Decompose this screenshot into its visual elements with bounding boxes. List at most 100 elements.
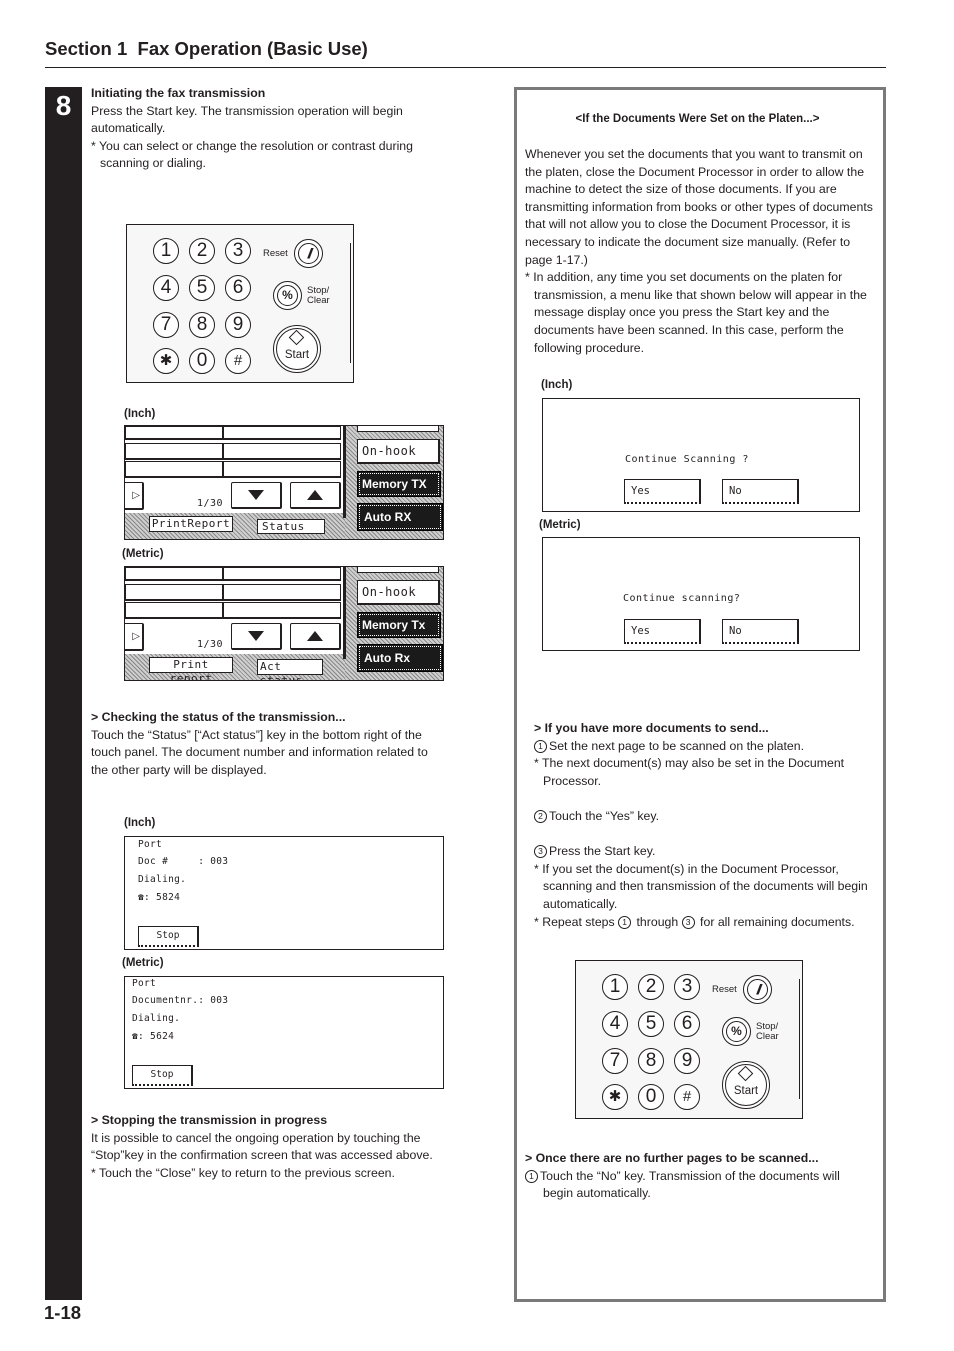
key-3[interactable]: 3 — [674, 974, 700, 1000]
no-more-step1: 1 Touch the “No” key. Transmission of the… — [525, 1168, 870, 1203]
triangle-right-icon: ▷ — [132, 490, 140, 501]
auto-rx-button[interactable]: Auto Rx — [357, 644, 443, 672]
key-0[interactable]: 0 — [189, 348, 215, 374]
key-6[interactable]: 6 — [225, 275, 251, 301]
header-rule — [45, 67, 886, 68]
step-heading: Initiating the fax transmission — [91, 86, 266, 100]
key-7[interactable]: 7 — [602, 1048, 628, 1074]
key-8[interactable]: 8 — [638, 1048, 664, 1074]
reset-key[interactable]: // — [743, 975, 772, 1004]
reset-key[interactable]: // — [294, 239, 323, 268]
scroll-left-button[interactable]: ▷ — [125, 623, 144, 651]
list-cell — [223, 567, 341, 581]
control-keypad: 1 2 3 4 5 6 7 8 9 ✱ 0 # Reset // % Stop/… — [126, 224, 354, 383]
start-key[interactable]: Start — [273, 325, 321, 373]
key-5[interactable]: 5 — [638, 1011, 664, 1037]
key-5[interactable]: 5 — [189, 275, 215, 301]
yes-button[interactable]: Yes — [624, 619, 701, 644]
no-button[interactable]: No — [722, 619, 799, 644]
tab-act-status[interactable]: Act status — [257, 659, 323, 680]
key-6[interactable]: 6 — [674, 1011, 700, 1037]
scroll-up-button[interactable] — [290, 623, 341, 650]
step-3-icon: 3 — [534, 845, 547, 859]
keypad-edge — [799, 979, 800, 1099]
memory-tx-button[interactable]: Memory Tx — [357, 612, 441, 638]
tab-status[interactable]: Status — [257, 519, 325, 534]
on-hook-button[interactable]: On-hook — [357, 439, 440, 464]
on-hook-button[interactable]: On-hook — [357, 580, 440, 605]
stop-clear-key[interactable]: % — [273, 281, 302, 310]
list-cell — [223, 461, 341, 478]
section-title: Section 1 Fax Operation (Basic Use) — [45, 38, 368, 59]
key-1[interactable]: 1 — [153, 238, 179, 264]
arrow-up-icon — [307, 631, 323, 641]
reset-icon: // — [307, 245, 313, 261]
no-button[interactable]: No — [722, 479, 799, 504]
list-cell — [223, 602, 341, 619]
key-asterisk[interactable]: ✱ — [153, 348, 179, 374]
scroll-up-button[interactable] — [290, 482, 341, 509]
key-asterisk[interactable]: ✱ — [602, 1084, 628, 1110]
start-icon — [288, 329, 305, 346]
list-cell — [223, 584, 341, 601]
list-cell — [125, 426, 223, 440]
key-4[interactable]: 4 — [602, 1011, 628, 1037]
stop-button[interactable]: Stop — [132, 1065, 193, 1086]
status-dialing: Dialing. — [138, 874, 187, 885]
checking-body: Touch the “Status” [“Act status”] key in… — [91, 727, 428, 777]
key-hash[interactable]: # — [225, 348, 251, 374]
arrow-up-icon — [307, 490, 323, 500]
stopping-heading: > Stopping the transmission in progress — [91, 1113, 328, 1127]
page-counter: 1/30 — [197, 498, 224, 509]
tab-print-report[interactable]: Print report — [149, 657, 233, 680]
stopping-note: * Touch the “Close” key to return to the… — [91, 1165, 395, 1180]
stop-clear-icon: % — [731, 1024, 742, 1038]
step-1-icon: 1 — [534, 739, 547, 753]
stop-button[interactable]: Stop — [138, 926, 199, 947]
more-docs-step3: 3 Press the Start key. — [534, 843, 874, 861]
step-2-text: Touch the “Yes” key. — [549, 808, 660, 823]
key-0[interactable]: 0 — [638, 1084, 664, 1110]
start-key[interactable]: Start — [722, 1061, 770, 1109]
stop-clear-label: Stop/Clear — [756, 1022, 779, 1042]
yes-button[interactable]: Yes — [624, 479, 701, 504]
more-docs-step2: 2 Touch the “Yes” key. — [534, 808, 874, 826]
reset-icon: // — [756, 981, 762, 997]
key-3[interactable]: 3 — [225, 238, 251, 264]
tab-print-report[interactable]: PrintReport — [149, 516, 233, 532]
key-4[interactable]: 4 — [153, 275, 179, 301]
divider — [343, 567, 346, 659]
scroll-down-button[interactable] — [231, 623, 282, 650]
note3-part-c: for all remaining documents. — [696, 914, 855, 929]
dialog-inch-label: (Inch) — [541, 379, 573, 391]
stop-label-line2: Clear — [307, 295, 330, 306]
scroll-left-button[interactable]: ▷ — [125, 482, 144, 510]
key-9[interactable]: 9 — [674, 1048, 700, 1074]
key-2[interactable]: 2 — [638, 974, 664, 1000]
scroll-down-button[interactable] — [231, 482, 282, 509]
stop-clear-key[interactable]: % — [722, 1017, 751, 1046]
platen-note: * In addition, any time you set document… — [525, 270, 867, 355]
key-hash[interactable]: # — [674, 1084, 700, 1110]
stopping-body: It is possible to cancel the ongoing ope… — [91, 1130, 433, 1163]
key-8[interactable]: 8 — [189, 312, 215, 338]
page-counter: 1/30 — [197, 639, 224, 650]
key-9[interactable]: 9 — [225, 312, 251, 338]
auto-rx-button[interactable]: Auto RX — [357, 503, 443, 531]
list-cell — [223, 426, 341, 440]
more-docs-note1: * The next document(s) may also be set i… — [534, 756, 845, 788]
key-2[interactable]: 2 — [189, 238, 215, 264]
list-cell — [125, 567, 223, 581]
status-screen-inch: Port Doc # : 003 Dialing. ☎: 5824 Stop — [124, 836, 444, 950]
key-1[interactable]: 1 — [602, 974, 628, 1000]
note3-part-a: * Repeat steps — [534, 914, 619, 929]
key-7[interactable]: 7 — [153, 312, 179, 338]
step-1-text: Touch the “No” key. Transmission of the … — [540, 1168, 840, 1201]
continue-dialog-inch: Continue Scanning ? Yes No — [542, 398, 860, 512]
status-phone: ☎: 5824 — [138, 892, 181, 903]
step-2-icon: 2 — [534, 809, 547, 823]
panel-inch-label: (Inch) — [124, 408, 156, 420]
memory-tx-button[interactable]: Memory TX — [357, 471, 441, 497]
checking-status-section: > Checking the status of the transmissio… — [91, 709, 446, 779]
note3-part-b: through — [633, 914, 682, 929]
